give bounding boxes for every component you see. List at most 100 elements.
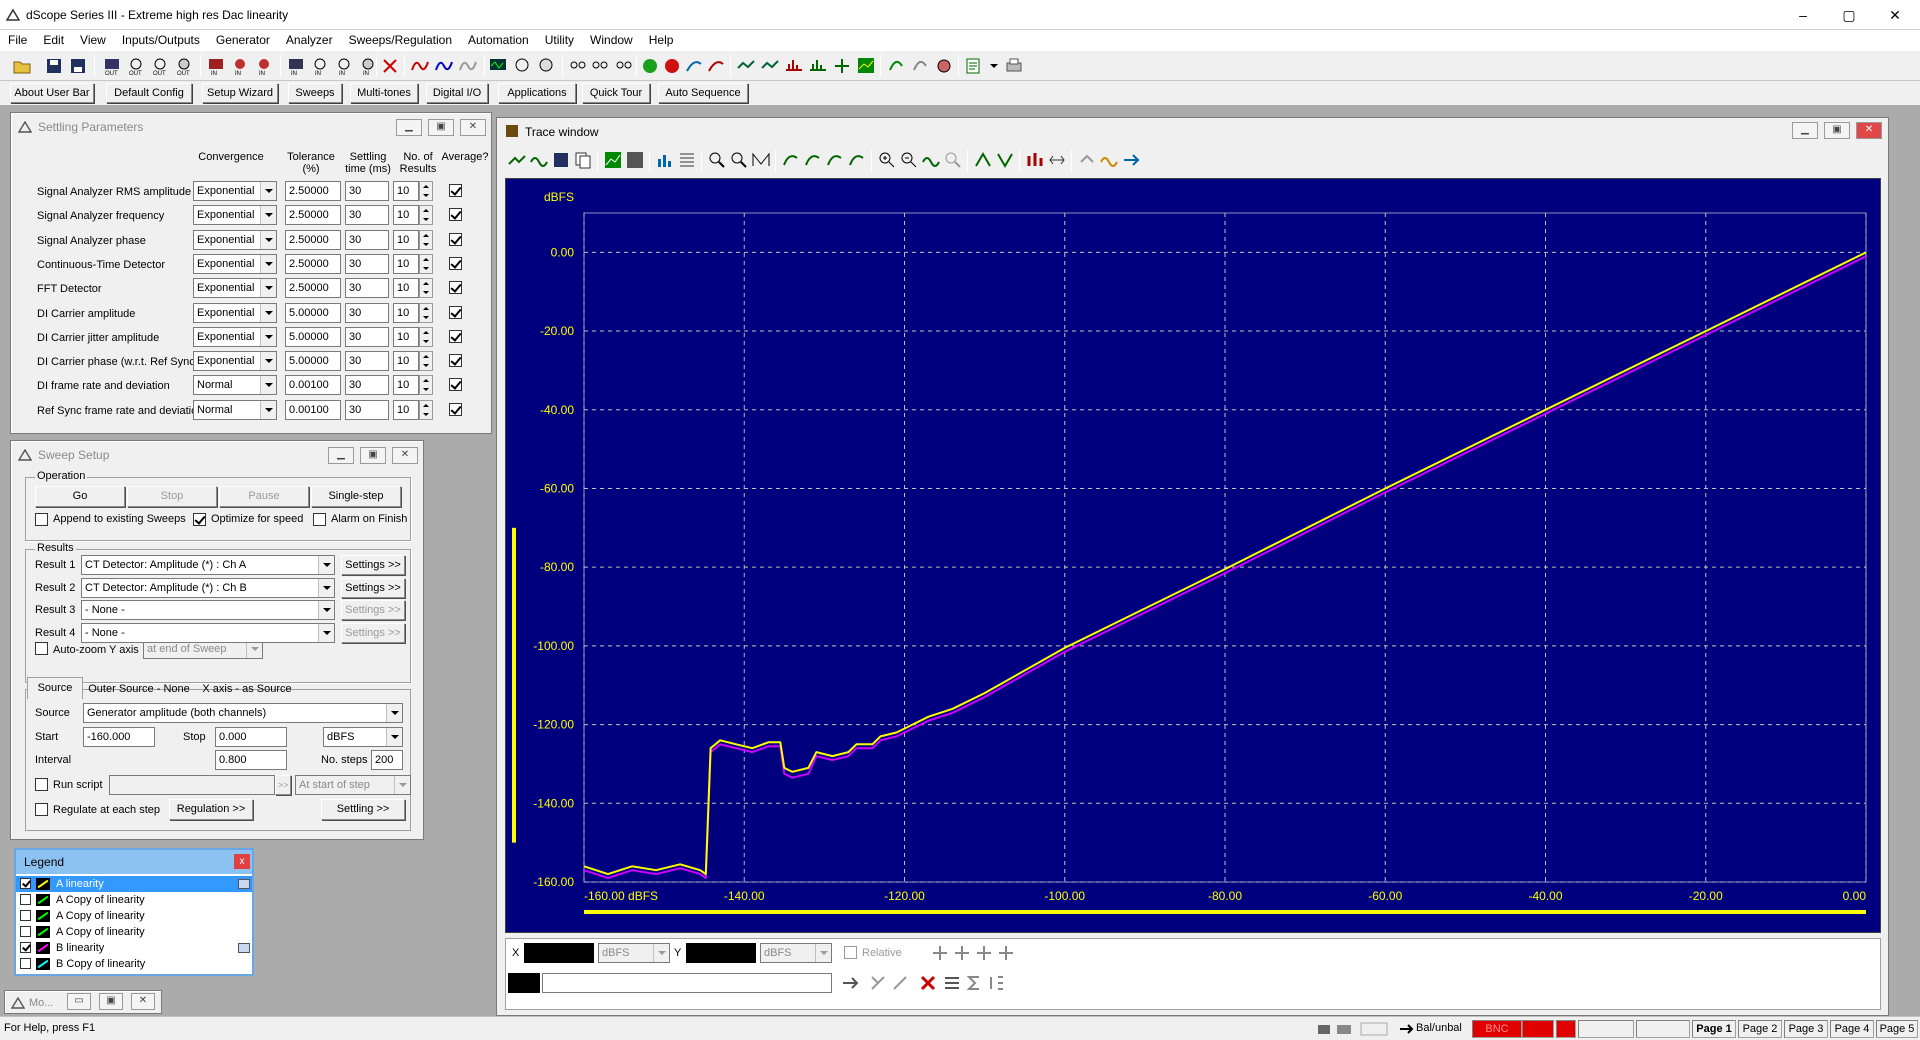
steps-input[interactable]: 200: [371, 750, 403, 770]
results-count-stepper[interactable]: [419, 205, 433, 226]
minimize-button[interactable]: –: [1780, 0, 1826, 30]
script-2-icon[interactable]: [910, 56, 930, 76]
results-count-input[interactable]: 10: [393, 229, 419, 250]
limit-up-icon[interactable]: [1077, 150, 1097, 170]
tab-x-axis[interactable]: X axis - as Source: [197, 679, 297, 699]
run-script-checkbox[interactable]: [35, 778, 48, 791]
zoom-in-icon[interactable]: [877, 150, 897, 170]
annotation-input[interactable]: [542, 973, 832, 993]
settling-time-input[interactable]: 30: [345, 375, 389, 396]
tolerance-input[interactable]: 2.50000: [285, 253, 341, 274]
menu-utility[interactable]: Utility: [537, 30, 582, 50]
result-select[interactable]: CT Detector: Amplitude (*) : Ch B: [81, 577, 335, 598]
pause-button[interactable]: Pause: [219, 486, 309, 507]
legend-item[interactable]: A Copy of linearity: [16, 924, 252, 940]
scope-icon[interactable]: [488, 56, 508, 76]
average-checkbox[interactable]: [449, 402, 462, 416]
results-count-stepper[interactable]: [419, 253, 433, 274]
multi-tones-button[interactable]: Multi-tones: [350, 83, 418, 103]
script-browse-button[interactable]: >>: [275, 775, 291, 795]
sort-icon[interactable]: [986, 973, 1006, 993]
settling-time-input[interactable]: 30: [345, 181, 389, 201]
tolerance-input[interactable]: 0.00100: [285, 375, 341, 396]
source-select[interactable]: Generator amplitude (both channels): [83, 703, 403, 723]
auto-sequence-button[interactable]: Auto Sequence: [658, 83, 748, 103]
menu-inputs-outputs[interactable]: Inputs/Outputs: [114, 30, 208, 50]
settling-button[interactable]: Settling >>: [321, 799, 405, 820]
trace-3-icon[interactable]: [784, 56, 804, 76]
save-icon[interactable]: [44, 56, 64, 76]
menu-help[interactable]: Help: [641, 30, 682, 50]
add-trace-icon[interactable]: [507, 150, 527, 170]
peak-icon[interactable]: [1025, 150, 1045, 170]
x-unit-select[interactable]: dBFS: [598, 943, 670, 963]
results-count-input[interactable]: 10: [393, 302, 419, 323]
script-3-icon[interactable]: [934, 56, 954, 76]
menu-window[interactable]: Window: [582, 30, 641, 50]
delta-icon[interactable]: [1047, 150, 1067, 170]
interval-input[interactable]: 0.800: [215, 750, 287, 770]
optimize-checkbox[interactable]: [193, 513, 206, 526]
save-all-icon[interactable]: [68, 56, 88, 76]
results-count-input[interactable]: 10: [393, 181, 419, 201]
about-user-bar-button[interactable]: About User Bar: [10, 83, 94, 103]
insert-icon[interactable]: [840, 973, 860, 993]
average-checkbox[interactable]: [449, 208, 462, 222]
autoscale-icon[interactable]: [751, 150, 771, 170]
minimized-window[interactable]: Mo... ▭ ▣ ✕: [4, 990, 162, 1014]
close-button[interactable]: ✕: [392, 447, 418, 464]
result-settings-button[interactable]: Settings >>: [341, 577, 405, 598]
zoom-y-icon[interactable]: [729, 150, 749, 170]
stop-button[interactable]: Stop: [127, 486, 217, 507]
script-1-icon[interactable]: [886, 56, 906, 76]
settling-time-input[interactable]: 30: [345, 351, 389, 372]
autozoom-checkbox[interactable]: [35, 642, 48, 655]
cursor-snap-icon[interactable]: [952, 943, 972, 963]
minimize-button[interactable]: ▁: [1792, 122, 1818, 139]
meter-1-icon[interactable]: [568, 56, 588, 76]
append-checkbox[interactable]: [35, 513, 48, 526]
convergence-select[interactable]: Normal: [193, 375, 277, 396]
results-count-stepper[interactable]: [419, 181, 433, 201]
convergence-select[interactable]: Exponential: [193, 181, 277, 201]
legend-item-checkbox[interactable]: [20, 942, 31, 953]
restore-button[interactable]: ▭: [67, 993, 91, 1010]
settling-time-input[interactable]: 30: [345, 326, 389, 347]
maximize-button[interactable]: ▣: [99, 993, 123, 1010]
legend-caption[interactable]: Legend x: [16, 850, 252, 874]
average-checkbox[interactable]: [449, 378, 462, 392]
trace-1-icon[interactable]: [736, 56, 756, 76]
meter-2-icon[interactable]: [590, 56, 610, 76]
results-count-input[interactable]: 10: [393, 399, 419, 420]
legend-item[interactable]: A Copy of linearity: [16, 908, 252, 924]
convergence-select[interactable]: Exponential: [193, 326, 277, 347]
results-count-stepper[interactable]: [419, 351, 433, 372]
copy-trace-icon[interactable]: [573, 150, 593, 170]
trace-4-icon[interactable]: [808, 56, 828, 76]
convergence-select[interactable]: Exponential: [193, 278, 277, 299]
plot-area[interactable]: -160.00 dBFS -140.00 -120.00 -100.00 -80.00 -…: [505, 178, 1881, 933]
results-count-stepper[interactable]: [419, 229, 433, 250]
tolerance-input[interactable]: 5.00000: [285, 351, 341, 372]
trace-2-icon[interactable]: [760, 56, 780, 76]
graph-icon[interactable]: [603, 150, 623, 170]
average-checkbox[interactable]: [449, 184, 462, 197]
trace-properties-icon[interactable]: [238, 943, 250, 953]
marker-remove-icon[interactable]: [890, 973, 910, 993]
delete-icon[interactable]: [918, 973, 938, 993]
cursor-3-icon[interactable]: [825, 150, 845, 170]
menu-sweeps-regulation[interactable]: Sweeps/Regulation: [341, 30, 460, 50]
tolerance-input[interactable]: 2.50000: [285, 205, 341, 226]
settling-time-input[interactable]: 30: [345, 302, 389, 323]
results-count-stepper[interactable]: [419, 399, 433, 420]
in-b-icon[interactable]: IN: [254, 56, 274, 76]
zoom-x-icon[interactable]: [707, 150, 727, 170]
open-icon[interactable]: [12, 56, 32, 76]
marker-1-icon[interactable]: [973, 150, 993, 170]
detector-icon[interactable]: [512, 56, 532, 76]
applications-button[interactable]: Applications: [498, 83, 576, 103]
single-step-button[interactable]: Single-step: [311, 486, 401, 507]
input-a-icon[interactable]: IN: [310, 56, 330, 76]
tolerance-input[interactable]: 2.50000: [285, 181, 341, 201]
script-when-select[interactable]: At start of step: [295, 775, 411, 795]
